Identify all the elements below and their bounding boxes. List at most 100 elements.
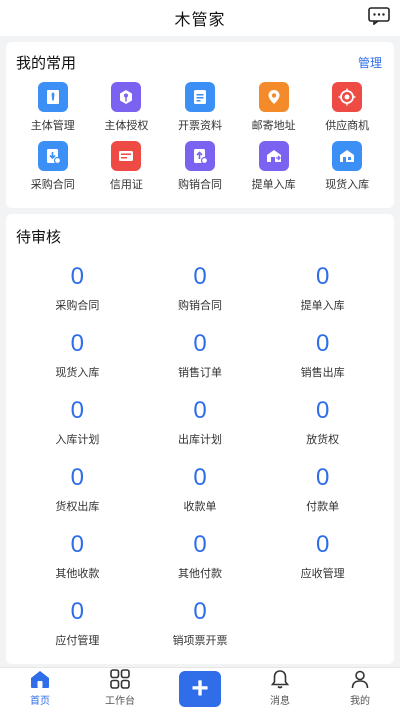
pending-count: 0 <box>193 464 207 491</box>
pending-item-inbound-plan[interactable]: 0 入库计划 <box>16 396 139 463</box>
shortcut-label: 主体管理 <box>30 120 75 132</box>
favorites-header: 我的常用 管理 <box>16 52 384 72</box>
tie-icon <box>37 82 68 112</box>
pending-grid: 0 采购合同 0 购销合同 0 提单入库 0 现货入库 0 销售订单 0 销售出库 0 入库计… <box>16 262 384 664</box>
pending-title: 待审核 <box>16 228 62 246</box>
warehouse-spot-icon <box>332 141 363 171</box>
pending-count: 0 <box>193 531 207 558</box>
pending-item-other-payment[interactable]: 0 其他付款 <box>139 530 262 597</box>
pending-label: 出库计划 <box>177 434 222 446</box>
tab-mine[interactable]: 我的 <box>320 668 400 711</box>
pending-count: 0 <box>315 397 330 424</box>
pending-count: 0 <box>193 330 207 357</box>
pending-label: 付款单 <box>306 501 340 513</box>
manage-link[interactable]: 管理 <box>358 54 382 71</box>
shortcut-label: 开票资料 <box>177 120 222 132</box>
pending-label: 其他收款 <box>55 568 100 580</box>
app-header: 木管家 <box>0 0 400 36</box>
pending-item-sales-outbound[interactable]: 0 销售出库 <box>261 329 384 396</box>
pending-review-card: 待审核 0 采购合同 0 购销合同 0 提单入库 0 现货入库 0 销售订单 0 销售出库 … <box>6 214 394 664</box>
shortcut-label: 现货入库 <box>325 179 370 191</box>
pending-count: 0 <box>315 531 330 558</box>
pending-label: 其他付款 <box>177 568 222 580</box>
pending-item-purchase-contract[interactable]: 0 采购合同 <box>16 262 139 329</box>
target-icon <box>332 82 363 112</box>
add-button[interactable]: + <box>179 671 221 707</box>
tab-home[interactable]: 首页 <box>0 668 80 711</box>
message-icon[interactable] <box>368 7 390 25</box>
pending-count: 0 <box>315 263 330 290</box>
warehouse-icon <box>258 141 289 171</box>
pending-item-other-receipt[interactable]: 0 其他收款 <box>16 530 139 597</box>
card-icon <box>111 141 142 171</box>
pending-count: 0 <box>70 397 84 424</box>
favorites-title: 我的常用 <box>16 54 77 72</box>
shortcut-spot-inbound[interactable]: 现货入库 <box>310 141 384 195</box>
favorites-grid: 主体管理 主体授权 开票资料 邮寄地址 供应商机 采购合同 信用证 购销合同 提… <box>16 82 384 195</box>
pending-count: 0 <box>70 330 84 357</box>
tab-label: 消息 <box>270 696 290 707</box>
shortcut-entity-management[interactable]: 主体管理 <box>16 82 90 136</box>
pending-count: 0 <box>70 464 84 491</box>
pending-item-sales-contract[interactable]: 0 购销合同 <box>139 262 262 329</box>
download-contract-icon <box>37 141 68 171</box>
shortcut-label: 采购合同 <box>30 179 75 191</box>
bottom-tab-bar: 首页 工作台 + 消息 我的 <box>0 667 400 711</box>
pending-item-payment[interactable]: 0 付款单 <box>261 463 384 530</box>
tab-add[interactable]: + <box>160 668 240 711</box>
pending-item-sales-order[interactable]: 0 销售订单 <box>139 329 262 396</box>
pending-label: 销项票开票 <box>172 635 228 647</box>
pending-count: 0 <box>70 263 84 290</box>
plus-icon: + <box>191 672 209 705</box>
pending-item-receipt[interactable]: 0 收款单 <box>139 463 262 530</box>
shortcut-entity-authorization[interactable]: 主体授权 <box>90 82 164 136</box>
shortcut-mailing-address[interactable]: 邮寄地址 <box>237 82 311 136</box>
pending-label: 购销合同 <box>177 300 222 312</box>
pending-item-release-rights[interactable]: 0 放货权 <box>261 396 384 463</box>
pending-label: 应付管理 <box>55 635 100 647</box>
pending-item-output-invoice[interactable]: 0 销项票开票 <box>139 597 262 664</box>
grid-icon <box>110 669 130 689</box>
pending-label: 收款单 <box>183 501 217 513</box>
shortcut-purchase-contract[interactable]: 采购合同 <box>16 141 90 195</box>
location-icon <box>258 82 289 112</box>
shortcut-sales-contract[interactable]: 购销合同 <box>163 141 237 195</box>
pending-count: 0 <box>315 464 330 491</box>
pending-item-receivables[interactable]: 0 应收管理 <box>261 530 384 597</box>
pending-count: 0 <box>315 330 330 357</box>
shortcut-letter-of-credit[interactable]: 信用证 <box>90 141 164 195</box>
pending-item-bol-inbound[interactable]: 0 提单入库 <box>261 262 384 329</box>
pending-label: 应收管理 <box>300 568 345 580</box>
shortcut-label: 供应商机 <box>325 120 370 132</box>
document-icon <box>184 82 215 112</box>
pending-item-spot-inbound[interactable]: 0 现货入库 <box>16 329 139 396</box>
shortcut-supply-opportunity[interactable]: 供应商机 <box>310 82 384 136</box>
key-icon <box>111 82 142 112</box>
pending-item-payables[interactable]: 0 应付管理 <box>16 597 139 664</box>
shortcut-label: 提单入库 <box>251 179 296 191</box>
tab-workbench[interactable]: 工作台 <box>80 668 160 711</box>
bell-icon <box>270 670 290 689</box>
favorites-card: 我的常用 管理 主体管理 主体授权 开票资料 邮寄地址 供应商机 采购合同 信用… <box>6 42 394 208</box>
pending-item-rights-outbound[interactable]: 0 货权出库 <box>16 463 139 530</box>
shortcut-bill-of-lading-inbound[interactable]: 提单入库 <box>237 141 311 195</box>
pending-label: 采购合同 <box>55 300 100 312</box>
pending-count: 0 <box>70 531 84 558</box>
upload-contract-icon <box>184 141 215 171</box>
shortcut-label: 信用证 <box>109 179 143 191</box>
pending-count: 0 <box>70 598 84 625</box>
pending-label: 销售出库 <box>300 367 345 379</box>
pending-label: 现货入库 <box>55 367 100 379</box>
shortcut-label: 主体授权 <box>104 120 149 132</box>
pending-item-outbound-plan[interactable]: 0 出库计划 <box>139 396 262 463</box>
shortcut-invoice-info[interactable]: 开票资料 <box>163 82 237 136</box>
pending-count: 0 <box>193 263 207 290</box>
home-icon <box>31 671 49 688</box>
pending-count: 0 <box>193 397 207 424</box>
pending-label: 入库计划 <box>55 434 100 446</box>
tab-label: 我的 <box>350 696 370 707</box>
tab-label: 首页 <box>30 696 50 707</box>
page-title: 木管家 <box>174 12 226 29</box>
pending-label: 提单入库 <box>300 300 345 312</box>
tab-messages[interactable]: 消息 <box>240 668 320 711</box>
